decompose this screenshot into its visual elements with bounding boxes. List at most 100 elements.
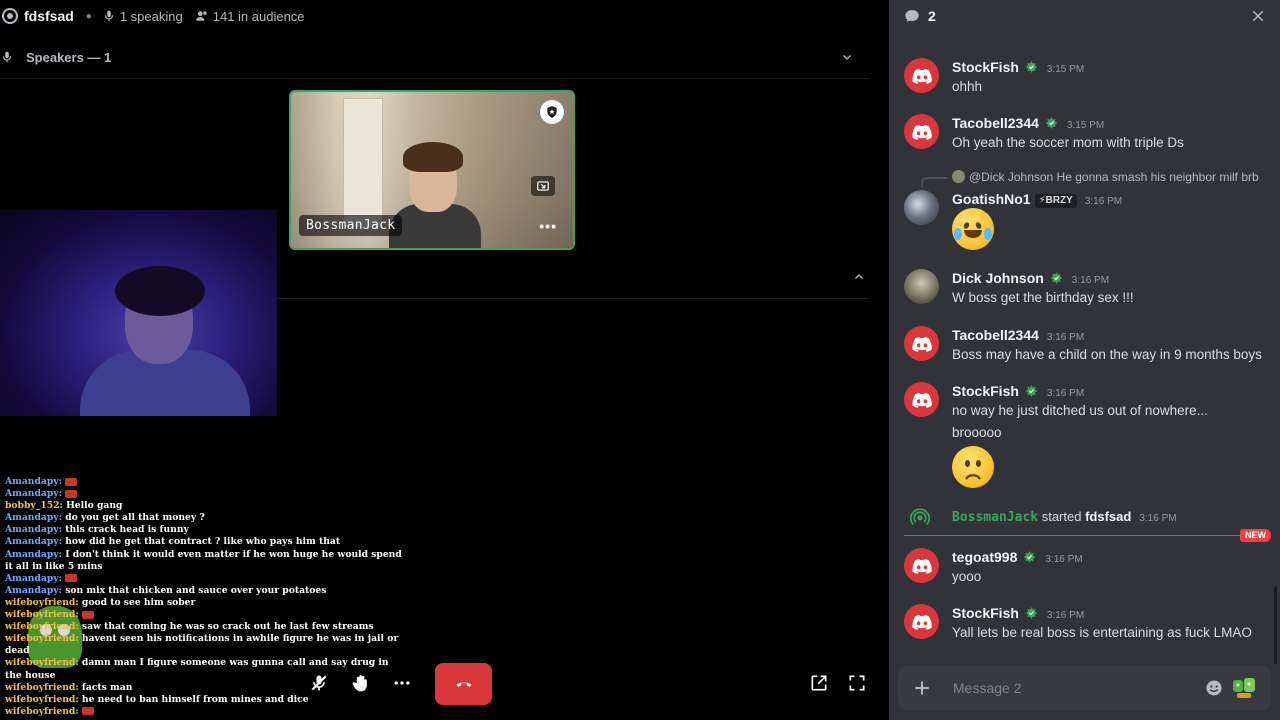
speaker-nameplate: BossmanJack: [299, 215, 403, 236]
green-badge-icon: [1050, 272, 1063, 284]
stream-chat-line: Amandapy: how did he get that contract ?…: [5, 536, 405, 548]
stream-chat-line: Amandapy: son mix that chicken and sauce…: [5, 585, 405, 597]
stream-chat-text: he need to ban himself from mines and di…: [81, 693, 309, 705]
speakers-label: Speakers — 1: [26, 49, 112, 65]
scrollbar[interactable]: [1274, 586, 1277, 664]
chat-emote-icon: [81, 707, 94, 716]
stream-chat-text: Hello gang: [66, 500, 123, 512]
background-door: [343, 98, 383, 228]
discord-avatar-icon[interactable]: [904, 548, 939, 583]
people-icon: [195, 11, 207, 21]
phone-hangup-icon: [456, 682, 471, 687]
chevron-up-icon[interactable]: [853, 271, 865, 283]
chat-emote-icon: [65, 574, 78, 583]
message-input[interactable]: Message 2: [953, 680, 1021, 696]
stream-chat-text: how did he get that contract ? like who …: [65, 536, 341, 548]
speaker-video-tile[interactable]: BossmanJack •••: [289, 90, 575, 250]
stream-chat-text: this crack head is funny: [65, 524, 189, 536]
stream-chat-user: Amandapy:: [5, 488, 63, 500]
discord-avatar-icon[interactable]: [904, 114, 939, 149]
popout-icon[interactable]: [531, 176, 555, 196]
leave-stage-button[interactable]: [435, 663, 492, 705]
discord-avatar-icon[interactable]: [904, 326, 939, 361]
stream-chat-text: saw that coming he was so crack out he l…: [81, 621, 374, 633]
stream-chat-line: Amandapy:: [5, 488, 405, 500]
stream-chat-user: wifeboyfriend:: [5, 621, 79, 633]
laughing-crying-emoji: [952, 208, 994, 250]
speaking-count: 1 speaking: [102, 9, 183, 24]
discord-avatar-icon[interactable]: [904, 58, 939, 93]
green-badge-icon: [1024, 551, 1036, 563]
user-avatar[interactable]: [904, 190, 939, 225]
stream-chat-line: Amandapy: do you get all that money ?: [5, 512, 405, 524]
stream-chat-user: Amandapy:: [5, 572, 63, 584]
user-avatar[interactable]: [904, 269, 939, 304]
stream-chat-user: wifeboyfriend:: [5, 596, 79, 608]
green-badge-icon: [1025, 61, 1038, 73]
stream-chat-line: Amandapy:: [5, 573, 405, 585]
stream-chat-text: I don't think it would even matter if he…: [5, 548, 402, 572]
emoji-picker-icon[interactable]: [1205, 679, 1223, 697]
chevron-down-icon: [843, 55, 851, 60]
stream-chat-user: wifeboyfriend:: [5, 657, 79, 669]
stage-started-notice: BossmanJack started fdsfsad 3:16 PM: [889, 508, 1280, 526]
new-messages-divider: [904, 535, 1262, 536]
message-composer[interactable]: Message 2: [898, 666, 1271, 710]
tile-more-icon[interactable]: •••: [539, 218, 557, 234]
chat-count: 2: [928, 8, 936, 24]
stream-chat-user: Amandapy:: [5, 548, 63, 560]
add-attachment-icon[interactable]: [912, 678, 932, 698]
stream-chat-line: wifeboyfriend:: [5, 609, 405, 621]
stream-chat-user: Amandapy:: [5, 536, 63, 548]
stream-chat-user: wifeboyfriend:: [5, 609, 79, 621]
streamer-facecam: [0, 210, 277, 416]
microphone-muted-icon: [311, 675, 327, 691]
more-options-button[interactable]: [387, 668, 417, 698]
stage-area: fdsfsad ● 1 speaking 141 in audience Spe…: [0, 0, 889, 720]
stream-chat-line: wifeboyfriend: good to see him sober: [5, 597, 405, 609]
stream-chat-line: wifeboyfriend: he need to ban himself fr…: [5, 694, 405, 706]
stream-chat-line: wifeboyfriend: saw that coming he was so…: [5, 621, 405, 633]
green-badge-icon: [1025, 385, 1038, 397]
chat-emote-icon: [81, 610, 94, 619]
discord-avatar-icon[interactable]: [904, 382, 939, 417]
stream-chat-user: Amandapy:: [5, 524, 63, 536]
speaker-mic-icon: [2, 51, 12, 63]
stream-chat-user: wifeboyfriend:: [5, 705, 79, 717]
green-badge-icon: [1045, 117, 1058, 129]
chat-emote-icon: [65, 489, 78, 498]
fullscreen-icon: [849, 675, 865, 691]
stream-chat-user: Amandapy:: [5, 476, 63, 487]
stream-chat-user: Amandapy:: [5, 584, 63, 596]
section-divider: [0, 78, 869, 79]
stream-chat-line: wifeboyfriend: damn man I figure someone…: [5, 657, 405, 681]
speakers-section-header[interactable]: Speakers — 1: [0, 44, 875, 70]
popout-stage-button[interactable]: [804, 668, 834, 698]
text-chat-panel: 2 StockFish 3:15 PM ohhh Tacobell2344 3:15…: [889, 0, 1280, 720]
mute-toggle-button[interactable]: [304, 668, 334, 698]
external-link-icon: [811, 675, 827, 691]
chat-bubble-icon: [905, 10, 919, 22]
hand-icon: [352, 675, 367, 692]
ellipsis-icon: [394, 681, 410, 685]
sticker-icon[interactable]: [1231, 676, 1257, 700]
mini-avatar: [952, 170, 965, 183]
slightly-frowning-emoji: [952, 446, 994, 488]
stream-chat-text: facts man: [81, 681, 133, 693]
stream-chat-line: wifeboyfriend: havent seen his notificat…: [5, 633, 405, 657]
new-label: NEW: [1240, 529, 1271, 542]
raise-hand-button[interactable]: [346, 668, 376, 698]
close-icon[interactable]: [1250, 8, 1266, 24]
stream-chat-user: wifeboyfriend:: [5, 681, 79, 693]
chat-emote-icon: [65, 477, 78, 486]
stream-chat-line: Amandapy: I don't think it would even ma…: [5, 549, 405, 573]
stage-topbar: fdsfsad ● 1 speaking 141 in audience: [0, 0, 889, 32]
chat-panel-header: 2: [889, 0, 1280, 32]
separator-dot: ●: [85, 10, 92, 22]
stream-chat-user: wifeboyfriend:: [5, 633, 79, 645]
discord-avatar-icon[interactable]: [904, 604, 939, 639]
fullscreen-button[interactable]: [842, 668, 872, 698]
reply-reference[interactable]: @Dick Johnson He gonna smash his neighbo…: [952, 170, 1259, 184]
stream-chat-user: wifeboyfriend:: [5, 693, 79, 705]
stream-chat-text: do you get all that money ?: [65, 512, 205, 524]
